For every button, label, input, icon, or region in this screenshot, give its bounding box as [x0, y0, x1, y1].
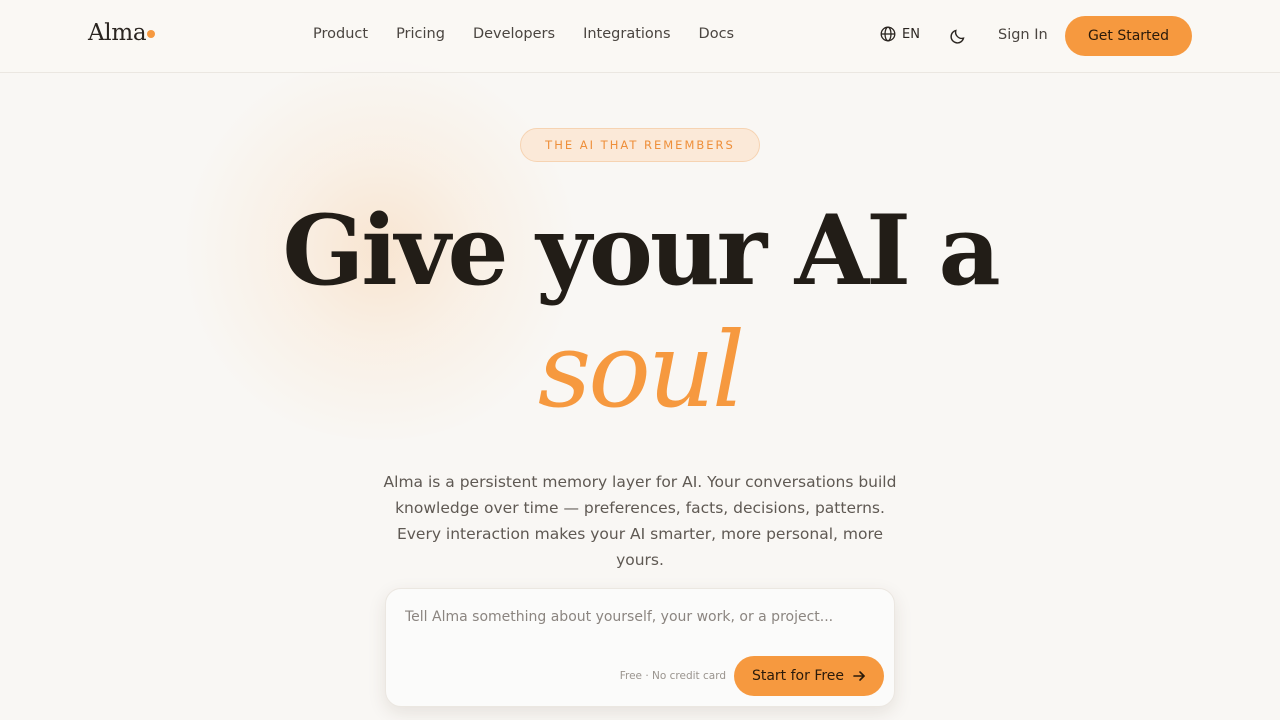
prompt-card: Free · No credit card Start for Free [385, 588, 895, 707]
nav-link-integrations[interactable]: Integrations [583, 26, 670, 42]
prompt-input[interactable] [405, 605, 875, 629]
nav-link-developers[interactable]: Developers [473, 26, 555, 42]
nav-link-pricing[interactable]: Pricing [396, 26, 445, 42]
arrow-right-icon [853, 671, 865, 681]
top-nav: Alma Product Pricing Developers Integrat… [0, 0, 1280, 73]
start-for-free-button[interactable]: Start for Free [734, 656, 884, 696]
logo-dot [147, 30, 156, 38]
sign-in-link[interactable]: Sign In [998, 27, 1048, 43]
logo-text: Alma [88, 20, 147, 46]
hero-headline-accent: soul [537, 309, 745, 431]
start-button-label: Start for Free [751, 668, 845, 684]
logo[interactable]: Alma [88, 20, 156, 46]
nav-link-docs[interactable]: Docs [699, 26, 735, 42]
globe-icon [880, 26, 896, 42]
moon-icon [950, 29, 965, 44]
hero-headline: Give your AI a [282, 194, 1000, 307]
hero-badge: THE AI THAT REMEMBERS [520, 128, 760, 162]
hero-description: Alma is a persistent memory layer for AI… [383, 473, 897, 569]
prompt-note: Free · No credit card [619, 670, 726, 682]
theme-toggle-button[interactable] [948, 26, 968, 46]
language-label: EN [902, 26, 920, 42]
nav-links: Product Pricing Developers Integrations … [313, 26, 734, 42]
nav-link-product[interactable]: Product [313, 26, 368, 42]
language-selector[interactable]: EN [880, 26, 920, 42]
get-started-button[interactable]: Get Started [1065, 16, 1192, 56]
